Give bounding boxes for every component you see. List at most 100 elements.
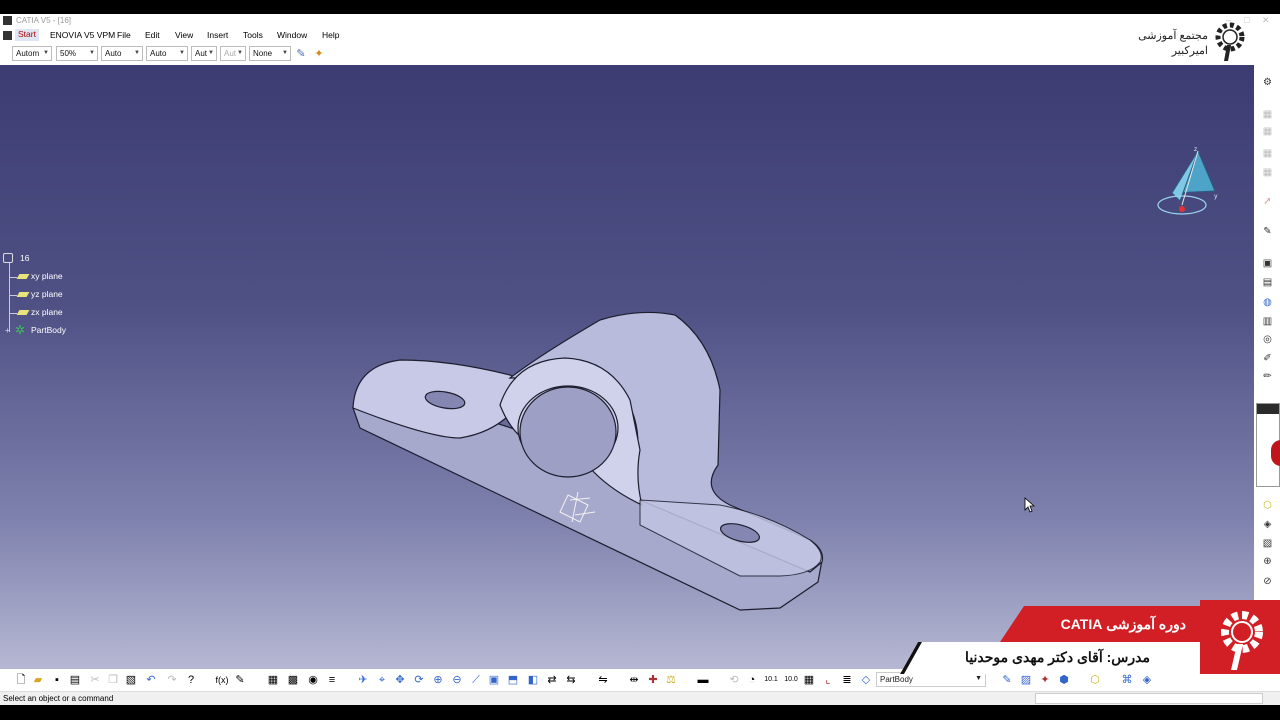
menu-window[interactable]: Window	[277, 30, 307, 40]
current-body-combo[interactable]: PartBody ▼	[876, 672, 986, 687]
disabled-tool-icon[interactable]: ▦	[1261, 125, 1274, 138]
measure-tool-icon[interactable]: ⌘	[1120, 673, 1134, 687]
line-type-combo[interactable]: Auto ▼	[146, 46, 188, 61]
grid-icon[interactable]: ▦	[802, 673, 816, 687]
menu-view[interactable]: View	[175, 30, 193, 40]
list-icon[interactable]: ≣	[840, 673, 854, 687]
window-title: CATIA V5 - [16]	[16, 16, 71, 25]
update-icon[interactable]: ⟲	[727, 673, 741, 687]
iso-view-icon[interactable]: ⬒	[506, 673, 520, 687]
undo-icon[interactable]: ↶	[144, 673, 158, 687]
print-icon[interactable]: ▤	[68, 673, 82, 687]
chamfer-icon[interactable]: ◈	[1261, 518, 1274, 531]
hole-icon[interactable]: ◎	[1261, 333, 1274, 346]
zoom-out-icon[interactable]: ⊖	[450, 673, 464, 687]
define-work-object-icon[interactable]: ◇	[859, 673, 873, 687]
zoom-in-icon[interactable]: ⊕	[431, 673, 445, 687]
close-icon[interactable]: ✕	[1262, 15, 1270, 26]
shell-icon[interactable]: ⊕	[1261, 555, 1274, 568]
menu-start[interactable]: Start	[15, 29, 39, 41]
hide-show-icon[interactable]: ⇄	[545, 673, 559, 687]
menu-file[interactable]: File	[117, 30, 131, 40]
menu-edit[interactable]: Edit	[145, 30, 160, 40]
measure-between-icon[interactable]: ⇹	[627, 673, 641, 687]
disabled-tool-icon[interactable]: ▦	[1261, 166, 1274, 179]
3d-viewport[interactable]: 16 xy plane yz plane zx plane + ✲ PartBo…	[0, 65, 1254, 669]
properties-icon[interactable]: ✦	[312, 47, 326, 61]
knowledge-icon[interactable]: ◔	[745, 673, 759, 687]
draft-icon[interactable]: ▧	[1261, 537, 1274, 550]
groove-icon[interactable]: ▥	[1261, 315, 1274, 328]
compass-icon[interactable]: z y	[1150, 143, 1220, 223]
measure-inertia-icon[interactable]: ⚖	[664, 673, 678, 687]
thickness-icon[interactable]: ⊘	[1261, 575, 1274, 588]
shaft-icon[interactable]: ◍	[1261, 296, 1274, 309]
pocket-icon[interactable]: ▤	[1261, 276, 1274, 289]
whats-this-icon[interactable]: ?	[184, 673, 198, 687]
sketch-tool-icon[interactable]: ✎	[1000, 673, 1014, 687]
open-folder-icon[interactable]: ▰	[31, 673, 45, 687]
boolean-tool-icon[interactable]: ⬡	[1088, 673, 1102, 687]
layer-combo[interactable]: None ▼	[249, 46, 291, 61]
select-arrow-icon[interactable]: ➚	[1261, 195, 1274, 208]
body-tool-icon[interactable]: ✦	[1038, 673, 1052, 687]
render-tool-icon[interactable]: ◈	[1140, 673, 1154, 687]
shading-icon[interactable]: ◧	[526, 673, 540, 687]
slot-icon[interactable]: ✏	[1261, 370, 1274, 383]
gear-logo-icon	[1221, 611, 1263, 670]
layer-combo-disabled[interactable]: Aut ▼	[220, 46, 246, 61]
analysis-icon[interactable]: ≡	[325, 673, 339, 687]
redo-icon[interactable]: ↷	[165, 673, 179, 687]
measure-icon[interactable]: ⇋	[596, 673, 610, 687]
transform-tool-icon[interactable]: ⬢	[1057, 673, 1071, 687]
paste-icon[interactable]: ▧	[124, 673, 138, 687]
point-type-combo[interactable]: Aut ▼	[191, 46, 217, 61]
expand-plus-icon[interactable]: +	[5, 326, 10, 335]
fit-all-icon[interactable]: ⌖	[375, 673, 389, 687]
pad-icon[interactable]: ▣	[1261, 257, 1274, 270]
chevron-down-icon: ▼	[282, 50, 288, 56]
comment-icon[interactable]: ✎	[233, 673, 247, 687]
fly-icon[interactable]: ✈	[356, 673, 370, 687]
fill-color-combo[interactable]: Autom ▼	[12, 46, 52, 61]
instructor-name: مدرس: آقای دکتر مهدی موحدنیا	[965, 649, 1150, 665]
sphere-icon[interactable]: ◉	[306, 673, 320, 687]
scale-icon[interactable]: 10.1	[764, 673, 778, 687]
normal-view-icon[interactable]: ⟋	[469, 673, 483, 687]
measure-item-icon[interactable]: ✚	[646, 673, 660, 687]
formula-icon[interactable]: f(x)	[215, 673, 229, 687]
menu-insert[interactable]: Insert	[207, 30, 228, 40]
new-file-icon[interactable]: 🗋	[14, 673, 28, 687]
menu-tools[interactable]: Tools	[243, 30, 263, 40]
pan-icon[interactable]: ✥	[393, 673, 407, 687]
copy-icon[interactable]: ❐	[106, 673, 120, 687]
sketcher-icon[interactable]: ⚙	[1261, 76, 1274, 89]
line-thickness-combo[interactable]: Auto ▼	[101, 46, 143, 61]
cut-icon[interactable]: ✂	[88, 673, 102, 687]
multi-view-icon[interactable]: ▣	[487, 673, 501, 687]
record-button-icon[interactable]	[1271, 440, 1280, 466]
command-input[interactable]	[1035, 693, 1263, 704]
disabled-tool-icon[interactable]: ▦	[1261, 108, 1274, 121]
brand-line2: امیرکبیر	[1171, 45, 1208, 57]
menu-enovia[interactable]: ENOVIA V5 VPM	[50, 30, 115, 40]
catalog-icon[interactable]: ▩	[286, 673, 300, 687]
catia-menu-icon[interactable]	[3, 31, 12, 40]
rotate-icon[interactable]: ⟳	[412, 673, 426, 687]
disabled-tool-icon[interactable]: ▦	[1261, 147, 1274, 160]
sketch-icon[interactable]: ✎	[1261, 225, 1274, 238]
part-3d-model[interactable]	[340, 300, 840, 630]
surface-tool-icon[interactable]: ▨	[1019, 673, 1033, 687]
rib-icon[interactable]: ✐	[1261, 352, 1274, 365]
fillet-icon[interactable]: ⬡	[1261, 499, 1274, 512]
menu-help[interactable]: Help	[322, 30, 339, 40]
axis-icon[interactable]: ⌞	[821, 673, 835, 687]
apply-material-icon[interactable]: ▬	[696, 673, 710, 687]
swap-visible-icon[interactable]: ⇆	[564, 673, 578, 687]
part-icon	[3, 253, 13, 263]
table-icon[interactable]: ▦	[266, 673, 280, 687]
format-painter-icon[interactable]: ✎	[294, 47, 308, 61]
constraint-icon[interactable]: 10.0	[784, 673, 798, 687]
save-icon[interactable]: ▪	[50, 673, 64, 687]
transparency-combo[interactable]: 50% ▼	[56, 46, 98, 61]
